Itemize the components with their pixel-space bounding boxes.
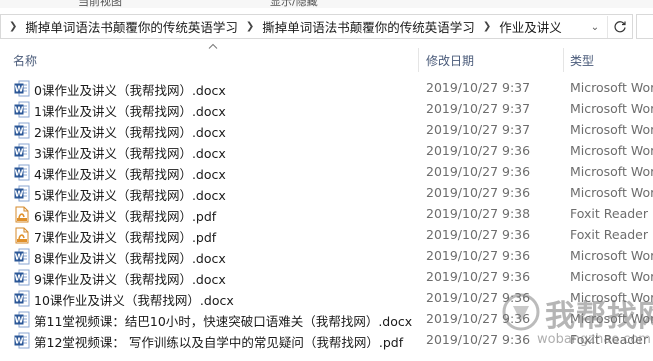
word-doc-icon: W	[14, 332, 30, 349]
refresh-icon[interactable]	[607, 16, 631, 38]
file-modified-date: 2019/10/27 9:37	[426, 80, 531, 95]
word-doc-icon: W	[14, 248, 30, 265]
file-row[interactable]: W 8课作业及讲义（我帮找网）.docx 2019/10/27 9:36 Micros…	[0, 246, 653, 267]
file-type: Microsoft Word	[570, 311, 653, 326]
word-doc-icon: W	[14, 80, 30, 97]
word-doc-icon: W	[14, 101, 30, 118]
breadcrumb-item-current[interactable]: 作业及讲义	[497, 17, 564, 36]
search-box[interactable]	[636, 14, 653, 39]
file-name[interactable]: 1课作业及讲义（我帮找网）.docx	[34, 101, 226, 120]
file-name[interactable]: 4课作业及讲义（我帮找网）.docx	[34, 164, 226, 183]
ribbon-group-current-view: 当前视图	[78, 0, 122, 8]
file-type: Microsoft Word	[570, 164, 653, 179]
column-header-row: 名称 修改日期 类型	[0, 48, 653, 72]
file-name[interactable]: 7课作业及讲义（我帮找网）.pdf	[34, 227, 216, 246]
file-type: Microsoft Word	[570, 269, 653, 284]
ribbon-remnant: 当前视图 显示/隐藏	[0, 0, 653, 8]
file-name[interactable]: 6课作业及讲义（我帮找网）.pdf	[34, 206, 216, 225]
file-row[interactable]: W 0课作业及讲义（我帮找网）.docx 2019/10/27 9:37 Micros…	[0, 78, 653, 99]
word-doc-icon: W	[14, 311, 30, 328]
file-list: W 0课作业及讲义（我帮找网）.docx 2019/10/27 9:37 Micros…	[0, 78, 653, 351]
word-doc-icon: W	[14, 185, 30, 202]
file-row[interactable]: 6课作业及讲义（我帮找网）.pdf 2019/10/27 9:38 Foxit Re…	[0, 204, 653, 225]
file-type: Microsoft Word	[570, 143, 653, 158]
file-modified-date: 2019/10/27 9:37	[426, 101, 531, 116]
svg-text:W: W	[15, 127, 24, 136]
file-modified-date: 2019/10/27 9:38	[426, 206, 531, 221]
file-type: Microsoft Word	[570, 80, 653, 95]
chevron-right-icon[interactable]: ❯	[3, 21, 23, 32]
file-row[interactable]: W 5课作业及讲义（我帮找网）.docx 2019/10/27 9:36 Micros…	[0, 183, 653, 204]
word-doc-icon: W	[14, 143, 30, 160]
file-type: Microsoft Word	[570, 290, 653, 305]
word-doc-icon: W	[14, 164, 30, 181]
address-bar[interactable]: ❯ 撕掉单词语法书颠覆你的传统英语学习 ❯ 撕掉单词语法书颠覆你的传统英语学习 …	[0, 11, 653, 42]
file-row[interactable]: 7课作业及讲义（我帮找网）.pdf 2019/10/27 9:36 Foxit Re…	[0, 225, 653, 246]
ribbon-group-show-hide: 显示/隐藏	[270, 0, 318, 8]
column-divider[interactable]	[563, 48, 564, 72]
chevron-right-icon[interactable]: ❯	[477, 21, 497, 32]
file-row[interactable]: W 2课作业及讲义（我帮找网）.docx 2019/10/27 9:37 Micros…	[0, 120, 653, 141]
file-name[interactable]: 5课作业及讲义（我帮找网）.docx	[34, 185, 226, 204]
file-modified-date: 2019/10/27 9:36	[426, 227, 531, 242]
word-doc-icon: W	[14, 269, 30, 286]
file-modified-date: 2019/10/27 9:36	[426, 290, 531, 305]
svg-text:W: W	[15, 85, 24, 94]
file-type: Foxit Reader PDF	[570, 206, 653, 221]
word-doc-icon: W	[14, 122, 30, 139]
svg-text:W: W	[15, 274, 24, 283]
file-modified-date: 2019/10/27 9:36	[426, 164, 531, 179]
column-divider[interactable]	[418, 48, 419, 72]
file-name[interactable]: 8课作业及讲义（我帮找网）.docx	[34, 248, 226, 267]
file-modified-date: 2019/10/27 9:36	[426, 185, 531, 200]
file-modified-date: 2019/10/27 9:36	[426, 143, 531, 158]
breadcrumb-item[interactable]: 撕掉单词语法书颠覆你的传统英语学习	[260, 17, 477, 36]
file-modified-date: 2019/10/27 9:37	[426, 122, 531, 137]
file-row[interactable]: W 4课作业及讲义（我帮找网）.docx 2019/10/27 9:36 Micros…	[0, 162, 653, 183]
file-type: Microsoft Word	[570, 101, 653, 116]
file-name[interactable]: 0课作业及讲义（我帮找网）.docx	[34, 80, 226, 99]
file-modified-date: 2019/10/27 9:36	[426, 332, 531, 347]
file-name[interactable]: 2课作业及讲义（我帮找网）.docx	[34, 122, 226, 141]
file-name[interactable]: 第12堂视频课： 写作训练以及自学中的常见疑问（我帮找网）.pdf	[34, 332, 403, 351]
file-type: Foxit Reader PDF	[570, 332, 653, 347]
file-name[interactable]: 3课作业及讲义（我帮找网）.docx	[34, 143, 226, 162]
svg-text:W: W	[15, 316, 24, 325]
svg-text:W: W	[15, 169, 24, 178]
pdf-icon	[14, 206, 30, 223]
breadcrumb-item[interactable]: 撕掉单词语法书颠覆你的传统英语学习	[23, 17, 240, 36]
file-modified-date: 2019/10/27 9:36	[426, 269, 531, 284]
file-row[interactable]: W 第12堂视频课： 写作训练以及自学中的常见疑问（我帮找网）.pdf 2019/1…	[0, 330, 653, 351]
file-type: Microsoft Word	[570, 185, 653, 200]
file-row[interactable]: W 第11堂视频课：结巴10小时，快速突破口语难关（我帮找网）.docx 2019/…	[0, 309, 653, 330]
svg-text:W: W	[15, 337, 24, 346]
file-row[interactable]: W 1课作业及讲义（我帮找网）.docx 2019/10/27 9:37 Micros…	[0, 99, 653, 120]
svg-text:W: W	[15, 190, 24, 199]
svg-text:W: W	[15, 106, 24, 115]
file-modified-date: 2019/10/27 9:36	[426, 248, 531, 263]
chevron-right-icon[interactable]: ❯	[240, 21, 260, 32]
svg-text:W: W	[15, 253, 24, 262]
svg-text:W: W	[15, 295, 24, 304]
svg-text:W: W	[15, 148, 24, 157]
file-name[interactable]: 9课作业及讲义（我帮找网）.docx	[34, 269, 226, 288]
file-type: Foxit Reader PDF	[570, 227, 653, 242]
pdf-icon	[14, 227, 30, 244]
word-doc-icon: W	[14, 290, 30, 307]
column-header-name[interactable]: 名称	[13, 52, 37, 69]
column-header-type[interactable]: 类型	[570, 52, 594, 69]
file-row[interactable]: W 9课作业及讲义（我帮找网）.docx 2019/10/27 9:36 Micros…	[0, 267, 653, 288]
file-type: Microsoft Word	[570, 122, 653, 137]
file-type: Microsoft Word	[570, 248, 653, 263]
file-name[interactable]: 第11堂视频课：结巴10小时，快速突破口语难关（我帮找网）.docx	[34, 311, 412, 330]
file-name[interactable]: 10课作业及讲义（我帮找网）.docx	[34, 290, 234, 309]
column-header-date[interactable]: 修改日期	[426, 52, 474, 69]
history-dropdown-icon[interactable]: ⌄	[587, 18, 603, 36]
file-modified-date: 2019/10/27 9:36	[426, 311, 531, 326]
file-row[interactable]: W 10课作业及讲义（我帮找网）.docx 2019/10/27 9:36 Micro…	[0, 288, 653, 309]
address-box[interactable]: ❯ 撕掉单词语法书颠覆你的传统英语学习 ❯ 撕掉单词语法书颠覆你的传统英语学习 …	[0, 14, 633, 39]
breadcrumb: ❯ 撕掉单词语法书颠覆你的传统英语学习 ❯ 撕掉单词语法书颠覆你的传统英语学习 …	[3, 15, 564, 38]
file-row[interactable]: W 3课作业及讲义（我帮找网）.docx 2019/10/27 9:36 Micros…	[0, 141, 653, 162]
